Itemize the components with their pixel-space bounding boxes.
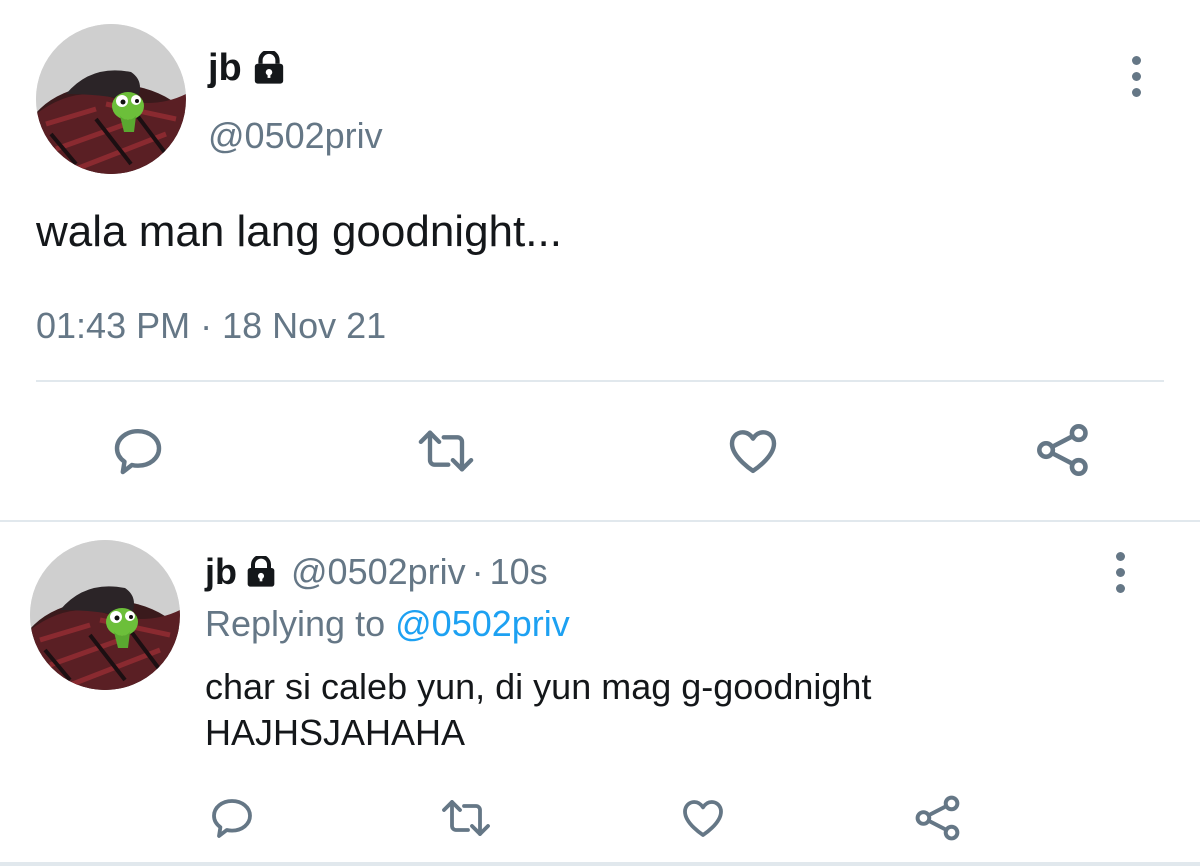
reply-display-name[interactable]: jb [205, 548, 237, 596]
replying-to-mention[interactable]: @0502priv [395, 603, 570, 644]
lock-icon [245, 556, 277, 588]
reply-handle[interactable]: @0502priv [291, 548, 466, 596]
more-vertical-icon[interactable] [1116, 552, 1125, 600]
reply-text-line-2: HAJHSJAHAHA [205, 712, 466, 753]
reply-icon[interactable] [110, 423, 166, 479]
reply-time-ago[interactable]: 10s [490, 548, 548, 596]
share-icon[interactable] [1034, 420, 1092, 480]
tweet-separator [0, 520, 1200, 522]
main-timestamp[interactable]: 01:43 PM · 18 Nov 21 [36, 302, 386, 350]
main-avatar[interactable] [36, 24, 186, 174]
kermit-avatar-image [36, 24, 186, 174]
main-handle[interactable]: @0502priv [208, 112, 383, 160]
reply-text-line-1: char si caleb yun, di yun mag g-goodnigh… [205, 666, 872, 707]
replying-to-line: Replying to @0502priv [205, 600, 570, 648]
reply-separator: · [471, 551, 484, 592]
reply-header: jb @0502priv · 10s [205, 548, 548, 596]
retweet-icon[interactable] [438, 794, 494, 842]
divider [36, 380, 1164, 382]
main-display-name[interactable]: jb [208, 42, 242, 94]
retweet-icon[interactable] [414, 423, 478, 479]
lock-icon [252, 51, 286, 85]
tweet-thread: jb @0502priv wala man lang goodnight... … [0, 0, 1200, 866]
bottom-divider [0, 862, 1200, 866]
reply-tweet-text: char si caleb yun, di yun mag g-goodnigh… [205, 664, 1165, 756]
kermit-avatar-image [30, 540, 180, 690]
share-icon[interactable] [913, 792, 963, 844]
like-icon[interactable] [724, 423, 782, 479]
reply-avatar[interactable] [30, 540, 180, 690]
more-vertical-icon[interactable] [1132, 56, 1141, 104]
reply-icon[interactable] [208, 794, 256, 842]
main-tweet-text: wala man lang goodnight... [36, 207, 562, 256]
main-display-name-row: jb [208, 42, 286, 94]
replying-to-prefix: Replying to [205, 603, 386, 644]
like-icon[interactable] [678, 794, 728, 842]
